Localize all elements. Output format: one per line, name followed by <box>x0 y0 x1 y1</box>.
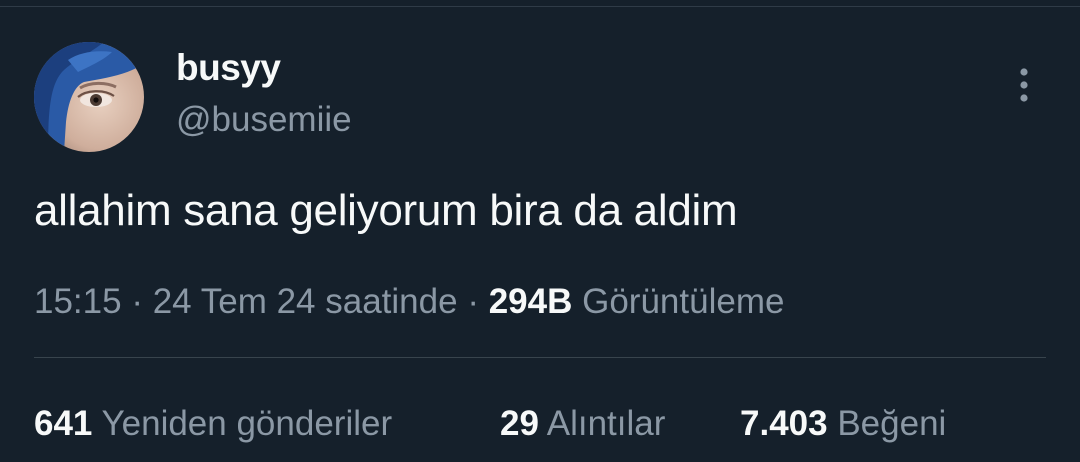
retweets-label: Yeniden gönderiler <box>101 404 393 443</box>
retweets-count: 641 <box>34 404 93 443</box>
tweet-meta: 15:15 · 24 Tem 24 saatinde · 294B Görünt… <box>34 280 784 324</box>
display-name[interactable]: busyy <box>176 46 281 90</box>
quotes-stat[interactable]: 29 Alıntılar <box>500 402 665 446</box>
meta-separator: · <box>131 282 143 321</box>
views-label: Görüntüleme <box>582 282 785 321</box>
more-options-button[interactable] <box>1004 62 1044 108</box>
user-handle[interactable]: @busemiie <box>176 98 352 142</box>
top-divider <box>0 6 1080 7</box>
views-count: 294B <box>488 282 573 321</box>
likes-stat[interactable]: 7.403 Beğeni <box>740 402 946 446</box>
avatar-image <box>34 42 144 152</box>
quotes-label: Alıntılar <box>546 404 666 443</box>
meta-separator: · <box>467 282 479 321</box>
quotes-count: 29 <box>500 404 539 443</box>
more-vertical-icon <box>1020 68 1028 102</box>
tweet-date[interactable]: 24 Tem 24 saatinde <box>153 282 458 321</box>
tweet-time[interactable]: 15:15 <box>34 282 122 321</box>
stats-divider <box>34 357 1046 358</box>
tweet-text: allahim sana geliyorum bira da aldim <box>34 186 738 235</box>
likes-label: Beğeni <box>837 404 947 443</box>
avatar[interactable] <box>34 42 144 152</box>
likes-count: 7.403 <box>740 404 828 443</box>
retweets-stat[interactable]: 641 Yeniden gönderiler <box>34 402 392 446</box>
